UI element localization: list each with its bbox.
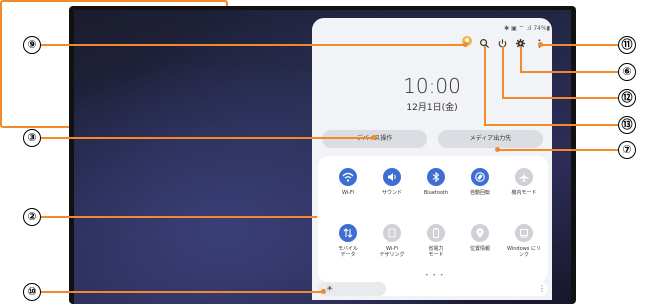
bluetooth-icon bbox=[427, 168, 445, 186]
brightness-slider[interactable]: ☀ ⋮ bbox=[318, 282, 548, 296]
callout-9: ⑨ bbox=[23, 36, 41, 54]
callout-vline-6 bbox=[520, 46, 522, 73]
wifi-icon bbox=[339, 168, 357, 186]
airplane-icon bbox=[515, 168, 533, 186]
callout-3: ③ bbox=[23, 129, 41, 147]
callout-dot-3 bbox=[372, 135, 377, 140]
location-icon bbox=[471, 224, 489, 242]
callout-line-9 bbox=[41, 44, 464, 46]
tile-sound[interactable]: サウンド bbox=[370, 168, 414, 196]
hotspot-icon bbox=[383, 224, 401, 242]
callout-dot-11 bbox=[538, 42, 543, 47]
tile-wifi-hotspot[interactable]: Wi-Fi テザリング bbox=[370, 224, 414, 258]
auto-rotate-icon bbox=[471, 168, 489, 186]
tile-label: 位置情報 bbox=[469, 246, 490, 252]
mobile-data-icon bbox=[339, 224, 357, 242]
tile-label: Wi-Fi テザリング bbox=[379, 246, 405, 258]
callout-10: ⑩ bbox=[23, 283, 41, 301]
callout-2: ② bbox=[23, 208, 41, 226]
callout-vline-13 bbox=[484, 46, 486, 126]
quick-settings-tiles: Wi-Fi サウンド Bluetooth 自動回転 機内モード モバイル データ… bbox=[318, 156, 548, 282]
clock-time: 10:00 bbox=[403, 74, 461, 98]
callout-7: ⑦ bbox=[618, 141, 636, 159]
media-output-button[interactable]: メディア出力先 bbox=[438, 130, 543, 148]
tile-mobile-data[interactable]: モバイル データ bbox=[326, 224, 370, 258]
tile-bluetooth[interactable]: Bluetooth bbox=[414, 168, 458, 196]
callout-dot-9 bbox=[463, 42, 468, 47]
tile-label: 機内モード bbox=[511, 190, 537, 196]
tile-label: サウンド bbox=[381, 190, 402, 196]
status-bar: ✱ ▣ ⌔ .ıl 74%▮ bbox=[504, 25, 550, 32]
tile-label: Wi-Fi bbox=[342, 190, 354, 196]
page-indicator: • • • bbox=[425, 272, 445, 279]
callout-line-3 bbox=[41, 137, 374, 139]
callout-line-12 bbox=[502, 97, 618, 99]
callout-line-7 bbox=[497, 149, 618, 151]
link-windows-icon bbox=[515, 224, 533, 242]
callout-line-2 bbox=[41, 216, 317, 218]
tile-label: Windows にリ ンク bbox=[507, 246, 541, 258]
tile-link-to-windows[interactable]: Windows にリ ンク bbox=[502, 224, 546, 258]
brightness-more-icon[interactable]: ⋮ bbox=[538, 284, 546, 293]
callout-dot-10 bbox=[321, 289, 326, 294]
tile-location[interactable]: 位置情報 bbox=[458, 224, 502, 252]
callout-line-13 bbox=[484, 124, 618, 126]
tile-wifi[interactable]: Wi-Fi bbox=[326, 168, 370, 196]
sound-icon bbox=[383, 168, 401, 186]
tile-label: Bluetooth bbox=[423, 190, 449, 196]
tile-label: 省電力 モード bbox=[428, 246, 444, 258]
callout-vline-12 bbox=[502, 46, 504, 99]
callout-6: ⑥ bbox=[618, 63, 636, 81]
brightness-sun-icon: ☀ bbox=[326, 284, 334, 293]
quick-panel: ✱ ▣ ⌔ .ıl 74%▮ 10:00 12月1日(金) デバイス操作 メディ… bbox=[312, 18, 552, 300]
callout-13: ⑬ bbox=[618, 116, 636, 134]
callout-dot-7 bbox=[495, 147, 500, 152]
callout-line-6 bbox=[520, 71, 618, 73]
power-saving-icon bbox=[427, 224, 445, 242]
callout-line-11 bbox=[540, 44, 618, 46]
tile-label: モバイル データ bbox=[337, 246, 358, 258]
tile-airplane-mode[interactable]: 機内モード bbox=[502, 168, 546, 196]
callout-11: ⑪ bbox=[618, 36, 636, 54]
clock-date: 12月1日(金) bbox=[406, 103, 458, 113]
tile-label: 自動回転 bbox=[469, 190, 490, 196]
tile-power-saving[interactable]: 省電力 モード bbox=[414, 224, 458, 258]
tile-auto-rotate[interactable]: 自動回転 bbox=[458, 168, 502, 196]
callout-12: ⑫ bbox=[618, 89, 636, 107]
callout-line-10 bbox=[41, 291, 323, 293]
